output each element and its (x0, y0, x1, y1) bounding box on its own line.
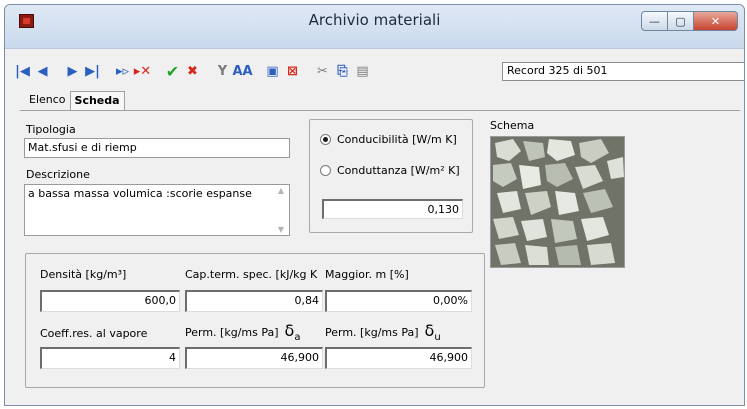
view-tabs: Elenco Scheda (25, 91, 125, 111)
coeff-label: Coeff.res. al vapore (40, 327, 148, 340)
scroll-down-icon: ▼ (277, 225, 285, 234)
next-record-button[interactable]: ▶ (63, 62, 82, 81)
schema-image (490, 136, 625, 268)
filter-button[interactable]: Y (213, 62, 232, 81)
copy-button[interactable]: ⎘ (333, 62, 352, 81)
cut-button[interactable]: ✂ (313, 62, 332, 81)
perm-u-text: Perm. [kg/ms Pa] (325, 326, 419, 339)
filter-icon: Y (217, 63, 228, 79)
coeff-field[interactable]: 4 (40, 347, 180, 369)
add-record-button[interactable]: ▸▹ (113, 62, 132, 81)
maximize-button[interactable]: ▢ (668, 11, 694, 31)
add-record-icon: ▸▹ (115, 63, 130, 79)
delta-u-subscript: u (434, 332, 441, 344)
last-record-icon: ▶| (85, 63, 100, 79)
delta-a-subscript: a (294, 332, 301, 344)
descrizione-text: a bassa massa volumica :scorie espanse (28, 187, 252, 200)
maggior-field[interactable]: 0,00% (325, 290, 472, 312)
close-icon: ✕ (710, 14, 721, 28)
cancel-button[interactable]: ✖ (183, 62, 202, 81)
tab-elenco[interactable]: Elenco (25, 91, 70, 111)
find-button[interactable]: AA (232, 62, 253, 81)
window-title: Archivio materiali (308, 11, 441, 29)
close-report-button[interactable]: ⊠ (283, 62, 302, 81)
print-preview-icon: ▣ (266, 63, 279, 79)
minimize-button[interactable]: — (641, 11, 668, 31)
confirm-button[interactable]: ✔ (163, 62, 182, 81)
minimize-icon: — (649, 14, 660, 28)
perm-a-field[interactable]: 46,900 (185, 347, 323, 369)
descrizione-scrollbar[interactable]: ▲ ▼ (274, 186, 288, 234)
prev-record-button[interactable]: ◀ (33, 62, 52, 81)
record-toolbar: |◀ ◀ ▶ ▶| ▸▹ ▸✕ ✔ ✖ Y AA ▣ ⊠ ✂ ⎘ ▤ (13, 60, 373, 82)
checkmark-icon: ✔ (165, 61, 180, 81)
close-report-icon: ⊠ (287, 63, 298, 79)
scissors-icon: ✂ (317, 63, 328, 79)
densita-label: Densità [kg/m³] (40, 268, 127, 281)
descrizione-textarea[interactable]: a bassa massa volumica :scorie espanse ▲… (24, 184, 290, 236)
maximize-icon: ▢ (675, 14, 686, 28)
radio-unselected-icon (320, 165, 331, 176)
radio-selected-icon (320, 134, 331, 145)
window-controls: — ▢ ✕ (641, 11, 738, 31)
tipologia-label: Tipologia (26, 123, 76, 136)
delta-u-glyph: δ (424, 321, 435, 340)
radio-conducibilita-label: Conducibilità [W/m K] (337, 133, 457, 146)
cancel-x-icon: ✖ (187, 63, 198, 79)
delete-record-icon: ▸✕ (133, 63, 152, 79)
schema-label: Schema (490, 119, 535, 132)
paste-icon: ▤ (356, 63, 369, 79)
radio-conduttanza-label: Conduttanza [W/m² K] (337, 164, 460, 177)
delete-record-button[interactable]: ▸✕ (133, 62, 152, 81)
close-window-button[interactable]: ✕ (694, 11, 738, 31)
densita-field[interactable]: 600,0 (40, 290, 180, 312)
find-icon: AA (232, 63, 253, 79)
tipologia-field[interactable]: Mat.sfusi e di riemp (24, 138, 290, 158)
capterm-label: Cap.term. spec. [kJ/kg K (185, 268, 318, 281)
descrizione-label: Descrizione (26, 168, 90, 181)
print-preview-button[interactable]: ▣ (263, 62, 282, 81)
title-bar: Archivio materiali — ▢ ✕ (5, 5, 744, 49)
last-record-button[interactable]: ▶| (83, 62, 102, 81)
perm-a-text: Perm. [kg/ms Pa] (185, 326, 279, 339)
copy-icon: ⎘ (337, 63, 348, 79)
gravel-texture-image (491, 137, 624, 267)
conducibilita-value-field[interactable]: 0,130 (322, 199, 463, 219)
radio-conduttanza[interactable]: Conduttanza [W/m² K] (320, 164, 460, 177)
perm-a-label: Perm. [kg/ms Pa] δa (185, 321, 300, 343)
perm-u-label: Perm. [kg/ms Pa] δu (325, 321, 441, 343)
delta-u-symbol: δu (424, 321, 441, 344)
delta-a-glyph: δ (284, 321, 295, 340)
radio-conducibilita[interactable]: Conducibilità [W/m K] (320, 133, 457, 146)
paste-button[interactable]: ▤ (353, 62, 372, 81)
scroll-up-icon: ▲ (277, 186, 285, 195)
maggior-label: Maggior. m [%] (325, 268, 409, 281)
record-info-field: Record 325 di 501 (502, 62, 744, 81)
archivio-materiali-window: Archivio materiali — ▢ ✕ |◀ ◀ ▶ ▶| ▸▹ ▸✕… (4, 4, 745, 406)
tab-scheda[interactable]: Scheda (69, 91, 125, 111)
prev-record-icon: ◀ (37, 63, 48, 79)
first-record-button[interactable]: |◀ (13, 62, 32, 81)
capterm-field[interactable]: 0,84 (185, 290, 323, 312)
first-record-icon: |◀ (15, 63, 30, 79)
perm-u-field[interactable]: 46,900 (325, 347, 472, 369)
next-record-icon: ▶ (67, 63, 78, 79)
delta-a-symbol: δa (284, 321, 301, 344)
